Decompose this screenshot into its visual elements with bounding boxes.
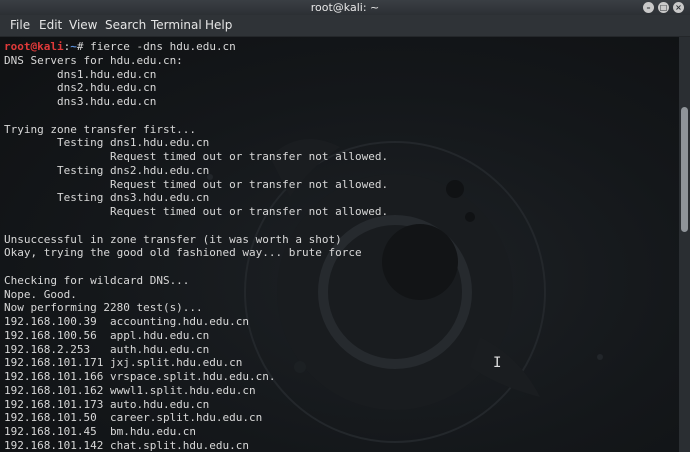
- menu-help[interactable]: Help: [203, 15, 234, 36]
- window-title: root@kali: ~: [310, 1, 380, 14]
- output-line: DNS Servers for hdu.edu.cn:: [4, 53, 183, 67]
- menu-file[interactable]: File: [8, 15, 32, 36]
- output-line: 192.168.101.45 bm.hdu.edu.cn: [4, 425, 197, 438]
- command-line: root@kali:~# fierce -dns hdu.edu.cn: [4, 40, 388, 54]
- output-line: Request timed out or transfer not allowe…: [4, 150, 389, 163]
- maximize-icon[interactable]: □: [658, 2, 669, 13]
- output-line: Unsuccessful in zone transfer (it was wo…: [4, 232, 342, 246]
- output-line: 192.168.101.50 career.split.hdu.edu.cn: [4, 411, 263, 425]
- scrollbar-thumb[interactable]: [681, 107, 688, 232]
- output-line: 192.168.100.56 appl.hdu.edu.cn: [4, 328, 210, 342]
- output-line: Testing dns2.hdu.edu.cn: [4, 163, 210, 177]
- prompt-user: root@kali: [4, 40, 64, 53]
- minimize-icon[interactable]: –: [643, 2, 654, 13]
- output-line: Nope. Good.: [4, 287, 77, 301]
- output-line: dns3.hdu.edu.cn: [4, 95, 157, 108]
- terminal-window: root@kali: ~ – □ × File Edit View Search…: [0, 0, 690, 452]
- output-line: 192.168.101.173 auto.hdu.edu.cn: [4, 397, 210, 411]
- close-icon[interactable]: ×: [673, 2, 684, 13]
- title-bar[interactable]: root@kali: ~ – □ ×: [0, 0, 690, 15]
- output-line: Request timed out or transfer not allowe…: [4, 205, 389, 218]
- menu-search[interactable]: Search: [103, 15, 148, 36]
- output-line: Request timed out or transfer not allowe…: [4, 177, 389, 191]
- terminal-area[interactable]: root@kali:~# fierce -dns hdu.edu.cn DNS …: [0, 37, 679, 452]
- output-line: Now performing 2280 test(s)...: [4, 301, 203, 315]
- i-beam-cursor-icon: I: [493, 355, 502, 371]
- output-line: Checking for wildcard DNS...: [4, 273, 190, 287]
- menu-terminal[interactable]: Terminal: [149, 15, 204, 36]
- output-line: Trying zone transfer first...: [4, 122, 197, 136]
- output-line: 192.168.100.39 accounting.hdu.edu.cn: [4, 315, 250, 328]
- output-line: 192.168.2.253 auth.hdu.edu.cn: [4, 342, 210, 356]
- prompt-path: ~: [70, 40, 77, 53]
- output-line: dns1.hdu.edu.cn: [4, 67, 157, 81]
- output-line: 192.168.101.171 jxj.split.hdu.edu.cn: [4, 356, 243, 370]
- scrollbar[interactable]: [679, 37, 690, 452]
- menu-edit[interactable]: Edit: [37, 15, 64, 36]
- output-line: 192.168.101.166 vrspace.split.hdu.edu.cn…: [4, 370, 276, 383]
- terminal-output: root@kali:~# fierce -dns hdu.edu.cn DNS …: [4, 40, 388, 452]
- prompt-symbol: #: [76, 40, 91, 53]
- output-line: 192.168.101.162 wwwl1.split.hdu.edu.cn: [4, 383, 256, 397]
- output-line: dns2.hdu.edu.cn: [4, 81, 157, 95]
- output-line: Testing dns1.hdu.edu.cn: [4, 136, 210, 150]
- output-line: Okay, trying the good old fashioned way.…: [4, 246, 362, 260]
- command-text: fierce -dns hdu.edu.cn: [90, 40, 236, 53]
- output-line: Testing dns3.hdu.edu.cn: [4, 191, 210, 205]
- menu-bar: File Edit View Search Terminal Help: [0, 15, 690, 37]
- menu-view[interactable]: View: [67, 15, 99, 36]
- output-line: 192.168.101.142 chat.split.hdu.edu.cn: [4, 438, 250, 452]
